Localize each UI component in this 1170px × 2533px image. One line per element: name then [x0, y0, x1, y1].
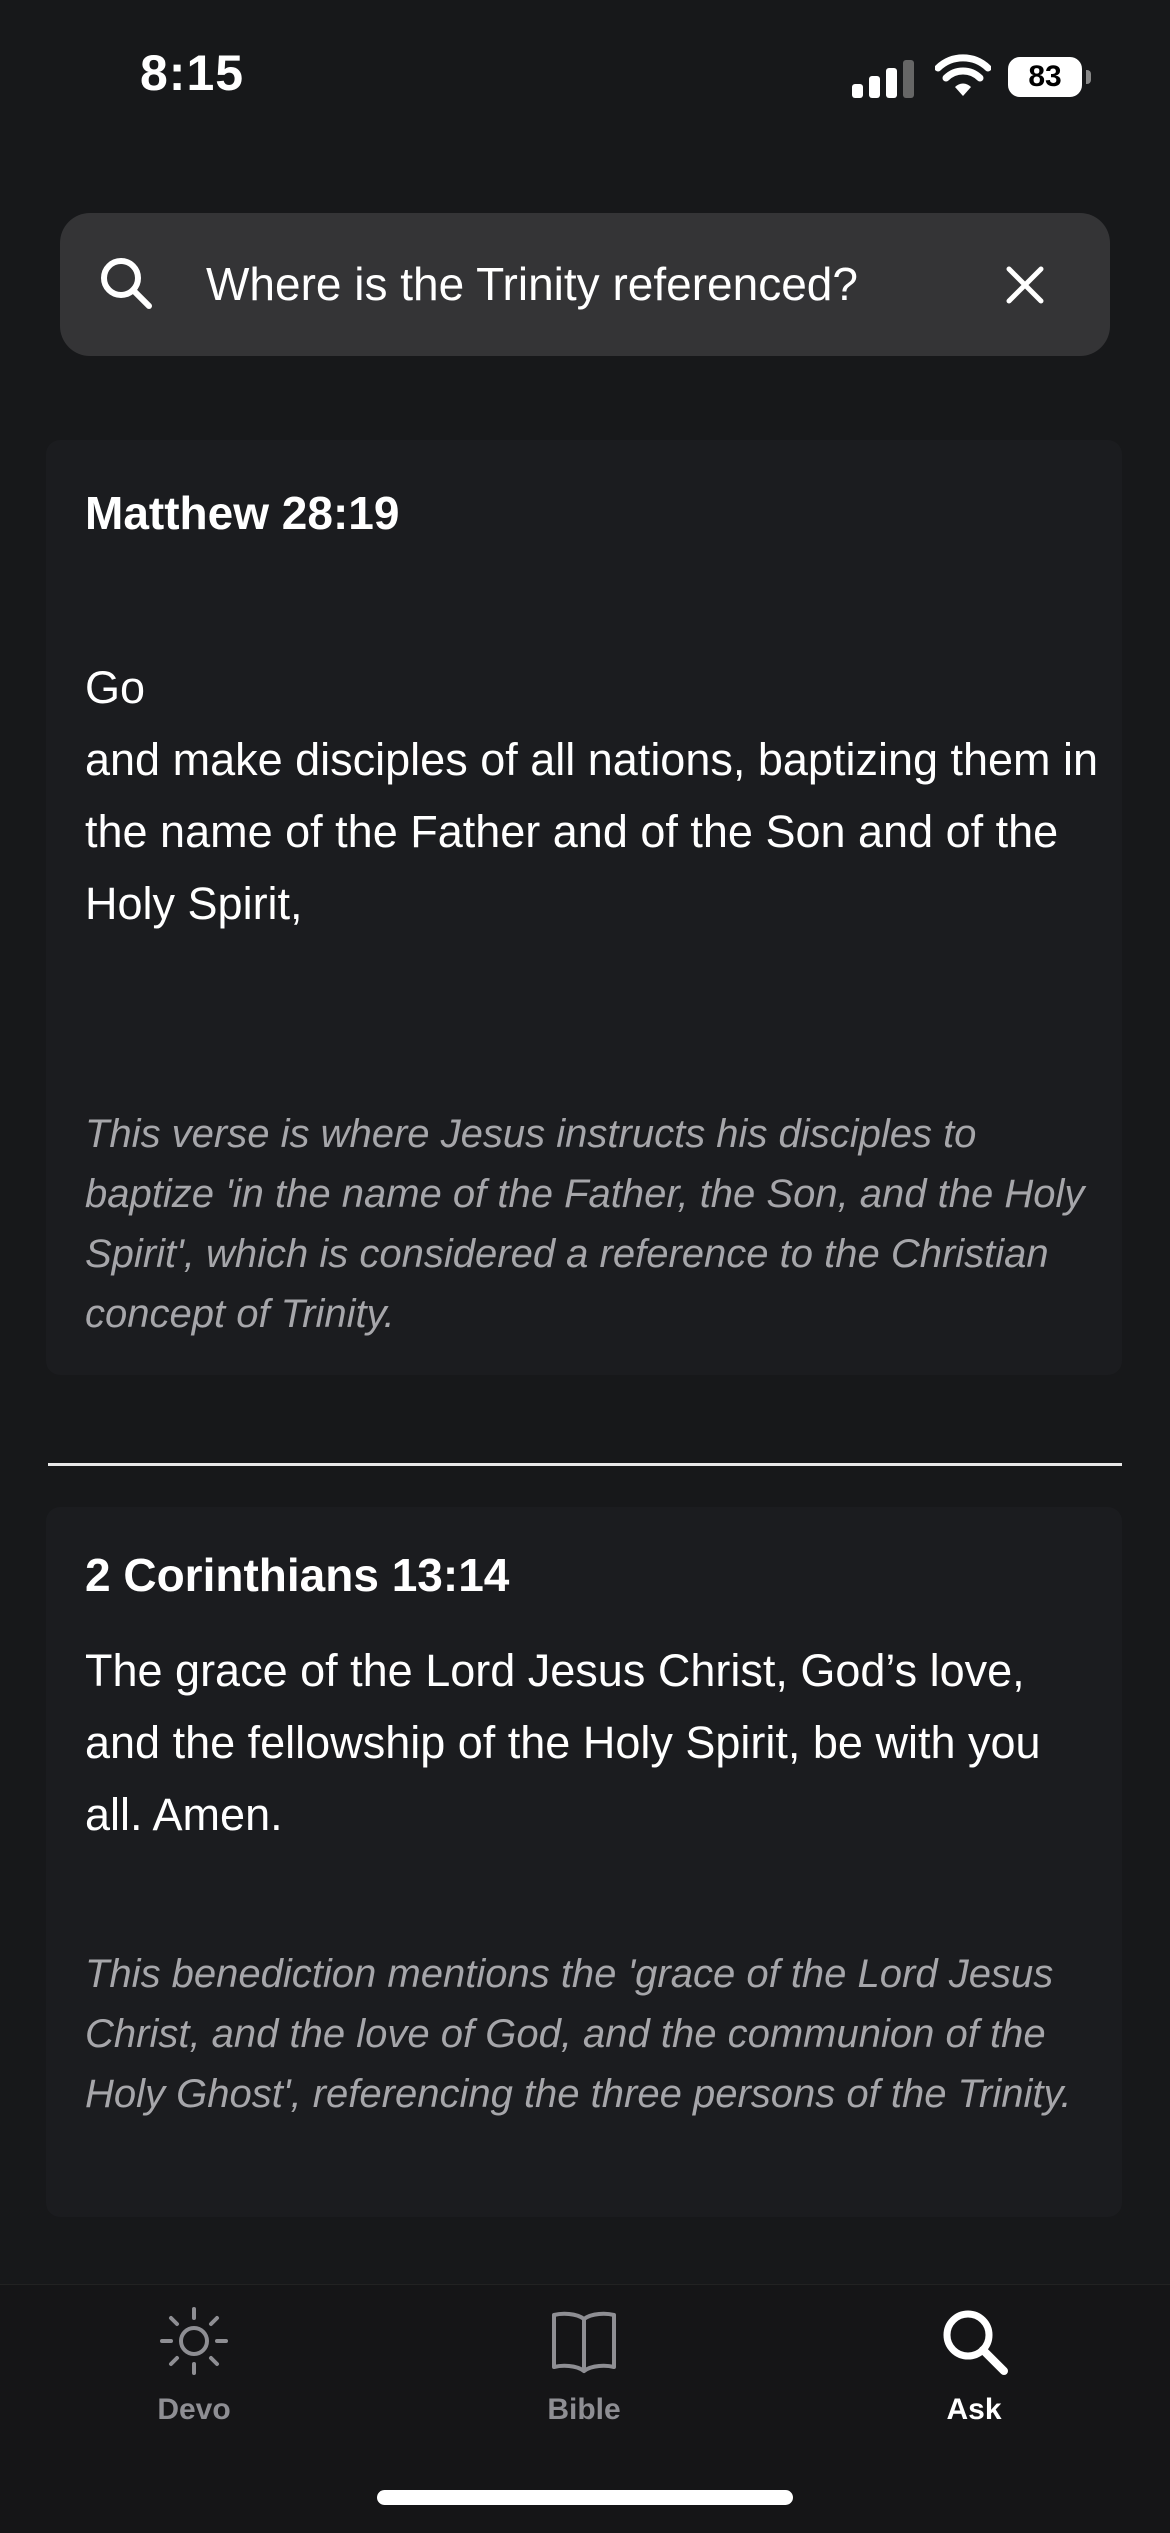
result-card[interactable]: Matthew 28:19 Go and make disciples of a…: [46, 440, 1122, 1375]
battery-icon: 83: [1008, 57, 1091, 99]
wifi-icon: [935, 54, 991, 96]
search-icon: [101, 258, 152, 309]
sun-icon: [160, 2307, 228, 2375]
status-bar: 8:15 83: [0, 0, 1170, 150]
verse-text: The grace of the Lord Jesus Christ, God’…: [85, 1645, 1041, 1840]
battery-level: 83: [1028, 60, 1062, 93]
search-input[interactable]: Where is the Trinity referenced?: [206, 213, 858, 356]
tab-bible[interactable]: Bible: [484, 2305, 684, 2435]
clear-search-icon[interactable]: [1000, 260, 1050, 310]
search-bar[interactable]: Where is the Trinity referenced?: [60, 213, 1110, 356]
verse-text: Go and make disciples of all nations, ba…: [85, 662, 1099, 929]
book-icon: [552, 2311, 616, 2373]
verse-reference: Matthew 28:19: [85, 487, 400, 539]
verse-explanation: This benediction mentions the 'grace of …: [85, 1952, 1072, 2116]
status-time: 8:15: [140, 45, 245, 101]
search-icon: [943, 2310, 1008, 2375]
tab-label: Ask: [946, 2393, 1002, 2426]
tab-ask[interactable]: Ask: [874, 2305, 1074, 2435]
tab-devo[interactable]: Devo: [94, 2305, 294, 2435]
tab-label: Bible: [547, 2393, 621, 2426]
verse-reference: 2 Corinthians 13:14: [85, 1549, 510, 1601]
home-indicator: [377, 2490, 793, 2505]
cellular-signal-icon: [852, 58, 916, 98]
verse-explanation: This verse is where Jesus instructs his …: [85, 1112, 1085, 1336]
tab-label: Devo: [157, 2393, 231, 2426]
result-divider: [48, 1463, 1122, 1466]
result-card[interactable]: 2 Corinthians 13:14 The grace of the Lor…: [46, 1507, 1122, 2217]
